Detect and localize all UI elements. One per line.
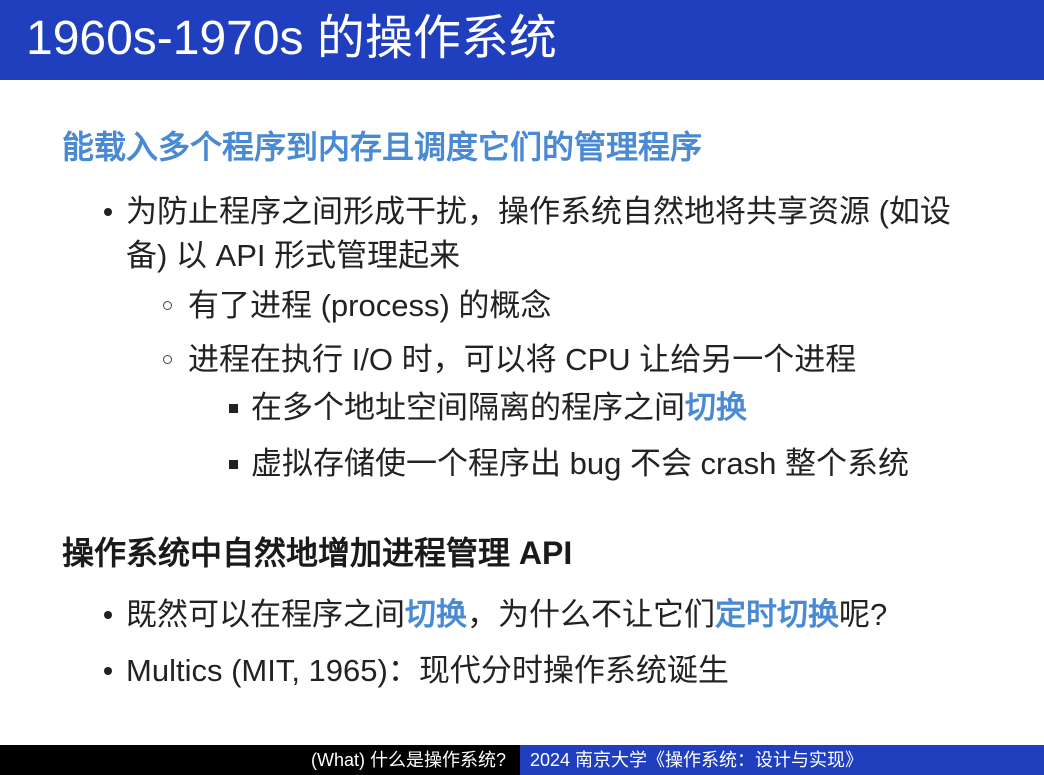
slide-title: 1960s-1970s 的操作系统 xyxy=(26,12,557,65)
section-heading-process-api: 操作系统中自然地增加进程管理 API xyxy=(62,535,573,571)
bullet-shared-resources: 为防止程序之间形成干扰，操作系统自然地将共享资源 (如设 备) 以 API 形式… xyxy=(104,190,986,278)
subsub-bullet-virtual-memory: 虚拟存储使一个程序出 bug 不会 crash 整个系统 xyxy=(229,442,909,486)
circle-bullet-icon xyxy=(163,301,172,310)
subsub-bullet-text: 虚拟存储使一个程序出 bug 不会 crash 整个系统 xyxy=(251,446,909,481)
bullet-line-2: 备) 以 API 形式管理起来 xyxy=(126,238,461,273)
footer-section-title: (What) 什么是操作系统? xyxy=(310,750,506,770)
footer-course-title: 2024 南京大学《操作系统：设计与实现》 xyxy=(520,745,1044,775)
sub-bullet-io: 进程在执行 I/O 时，可以将 CPU 让给另一个进程 xyxy=(163,338,857,382)
subsub-bullet-switch: 在多个地址空间隔离的程序之间切换 xyxy=(229,386,747,430)
bullet-text: Multics (MIT, 1965)：现代分时操作系统诞生 xyxy=(126,653,729,688)
square-bullet-icon xyxy=(229,404,238,413)
bullet-multics: Multics (MIT, 1965)：现代分时操作系统诞生 xyxy=(104,649,729,693)
sub-bullet-text: 进程在执行 I/O 时，可以将 CPU 让给另一个进程 xyxy=(188,342,857,377)
bullet-text-part2: ，为什么不让它们 xyxy=(467,597,715,632)
bullet-dot-icon xyxy=(104,611,112,619)
bullet-line-1: 为防止程序之间形成干扰，操作系统自然地将共享资源 (如设 xyxy=(126,194,951,229)
highlight-switch: 切换 xyxy=(405,597,467,632)
square-bullet-icon xyxy=(229,460,238,469)
highlight-switch: 切换 xyxy=(685,390,747,425)
bullet-text-part1: 既然可以在程序之间 xyxy=(126,597,405,632)
subsub-bullet-text: 在多个地址空间隔离的程序之间 xyxy=(251,390,685,425)
highlight-timed-switch: 定时切换 xyxy=(715,597,839,632)
footer-bar: (What) 什么是操作系统? 2024 南京大学《操作系统：设计与实现》 xyxy=(0,745,1044,775)
bullet-timed-switch: 既然可以在程序之间切换，为什么不让它们定时切换呢? xyxy=(104,593,888,637)
bullet-text-part3: 呢? xyxy=(839,597,888,632)
sub-bullet-text: 有了进程 (process) 的概念 xyxy=(188,288,552,323)
circle-bullet-icon xyxy=(163,355,172,364)
sub-bullet-process: 有了进程 (process) 的概念 xyxy=(163,284,552,328)
bullet-dot-icon xyxy=(104,667,112,675)
section-heading-loader: 能载入多个程序到内存且调度它们的管理程序 xyxy=(62,129,703,165)
title-bar: 1960s-1970s 的操作系统 xyxy=(0,0,1044,80)
bullet-dot-icon xyxy=(104,208,112,216)
